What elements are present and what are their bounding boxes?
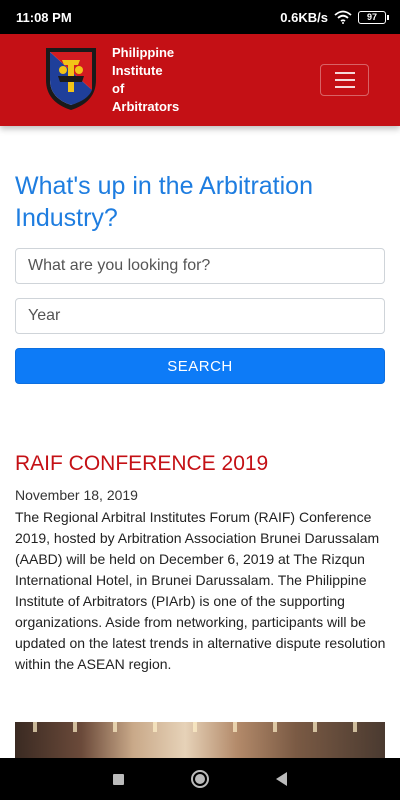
brand-line: Institute [112,63,163,78]
recent-apps-icon[interactable] [113,773,125,785]
android-nav-bar [0,758,400,800]
search-input[interactable] [15,248,385,284]
status-time: 11:08 PM [16,9,72,25]
battery-level: 97 [366,12,377,22]
page-headline: What's up in the Arbitration Industry? [15,172,313,232]
site-header: Philippine Institute of Arbitrators [0,34,400,126]
menu-bar [334,86,355,88]
menu-bar [334,72,355,74]
battery-icon: 97 [358,10,389,24]
search-button[interactable]: SEARCH [15,348,385,384]
back-icon[interactable] [275,772,287,786]
brand-line: Arbitrators [112,99,180,114]
menu-bar [334,79,355,81]
article-image[interactable] [15,722,385,758]
brand-line: Philippine [112,45,175,60]
home-dot [194,774,205,784]
article-title[interactable]: RAIF CONFERENCE 2019 [15,452,268,476]
article-body: The Regional Arbitral Institutes Forum (… [15,509,386,672]
hamburger-menu-icon[interactable] [320,64,369,96]
brand-name[interactable]: Philippine Institute of Arbitrators [112,44,202,116]
status-bar: 11:08 PM 0.6KB/s 97 [0,0,400,34]
year-field[interactable] [15,298,385,334]
article-date: November 18, 2019 [15,487,138,503]
brand-line: of [112,81,125,96]
home-icon[interactable] [190,770,209,788]
piarb-logo[interactable] [44,46,98,112]
wifi-icon [334,10,352,24]
status-indicators: 0.6KB/s 97 [280,9,389,25]
network-speed: 0.6KB/s [280,9,328,25]
image-ceiling-lights [15,722,385,732]
